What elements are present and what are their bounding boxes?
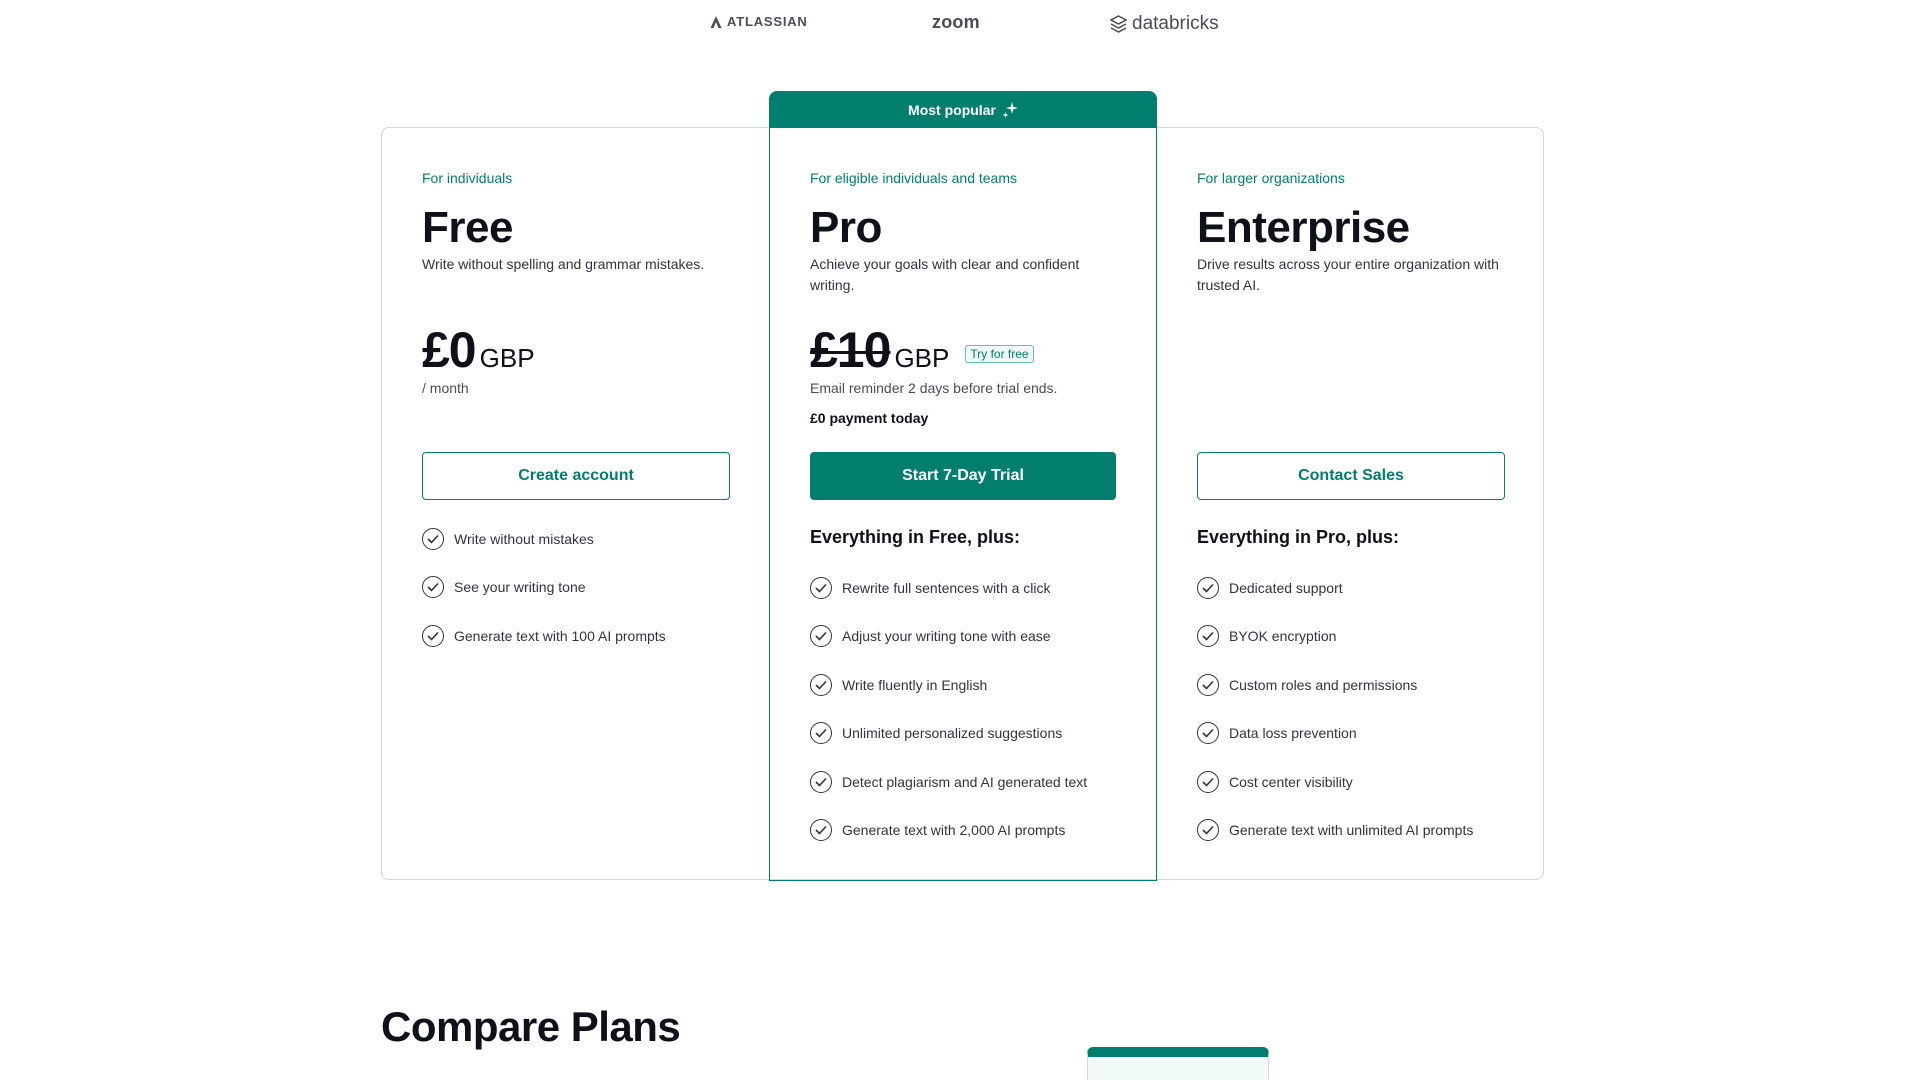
checkmark-icon bbox=[810, 673, 832, 696]
feature-label: Cost center visibility bbox=[1229, 773, 1353, 790]
pro-feature-list: Rewrite full sentences with a click Adju… bbox=[810, 576, 1087, 866]
pro-price-amount: £10 bbox=[810, 322, 891, 378]
checkmark-icon bbox=[1197, 770, 1219, 793]
checkmark-icon bbox=[810, 770, 832, 793]
checkmark-icon bbox=[1197, 818, 1219, 841]
feature-label: Write fluently in English bbox=[842, 676, 988, 693]
free-plan-description: Write without spelling and grammar mista… bbox=[422, 256, 705, 272]
free-plan-name: Free bbox=[422, 203, 513, 252]
feature-label: Generate text with 2,000 AI prompts bbox=[842, 821, 1066, 838]
enterprise-feature-list: Dedicated support BYOK encryption Custom… bbox=[1197, 576, 1473, 866]
checkmark-icon bbox=[1197, 673, 1219, 696]
most-popular-banner: Most popular bbox=[769, 91, 1157, 128]
free-price-period: / month bbox=[422, 380, 469, 396]
feature-label: Generate text with 100 AI prompts bbox=[454, 627, 666, 644]
pro-price-currency: GBP bbox=[894, 343, 950, 373]
feature-item: Cost center visibility bbox=[1197, 770, 1473, 794]
free-plan-audience: For individuals bbox=[422, 170, 513, 186]
checkmark-icon bbox=[422, 528, 444, 550]
free-plan-price: £0 GBP bbox=[422, 321, 535, 379]
enterprise-features-heading: Everything in Pro, plus: bbox=[1197, 527, 1400, 547]
checkmark-icon bbox=[810, 818, 832, 841]
pro-plan-price: £10 GBP Try for free bbox=[810, 321, 1034, 379]
enterprise-plan-card: For larger organizations Enterprise Driv… bbox=[1197, 127, 1507, 880]
feature-label: Detect plagiarism and AI generated text bbox=[842, 773, 1088, 790]
compare-plans-heading: Compare Plans bbox=[381, 1003, 681, 1050]
feature-label: Data loss prevention bbox=[1229, 725, 1357, 742]
databricks-mark-icon bbox=[1110, 15, 1127, 33]
most-popular-label: Most popular bbox=[908, 101, 996, 118]
feature-label: Adjust your writing tone with ease bbox=[842, 628, 1051, 645]
feature-item: Unlimited personalized suggestions bbox=[810, 721, 1087, 745]
feature-label: Write without mistakes bbox=[454, 531, 594, 547]
feature-item: Adjust your writing tone with ease bbox=[810, 624, 1087, 648]
feature-label: Rewrite full sentences with a click bbox=[842, 580, 1051, 596]
feature-item: Custom roles and permissions bbox=[1197, 673, 1473, 697]
contact-sales-button[interactable]: Contact Sales bbox=[1197, 452, 1505, 500]
feature-item: Generate text with 100 AI prompts bbox=[422, 624, 666, 648]
payment-today-note: £0 payment today bbox=[810, 410, 929, 426]
pro-plan-description: Achieve your goals with clear and confid… bbox=[810, 256, 1080, 293]
atlassian-mark-icon bbox=[710, 15, 722, 28]
trial-reminder-note: Email reminder 2 days before trial ends. bbox=[810, 380, 1058, 396]
pricing-page: ATLASSIAN zoom databricks Most popular F… bbox=[0, 0, 1920, 1080]
feature-item: Detect plagiarism and AI generated text bbox=[810, 770, 1087, 794]
databricks-wordmark: databricks bbox=[1132, 13, 1219, 34]
feature-label: See your writing tone bbox=[454, 579, 586, 596]
enterprise-plan-name: Enterprise bbox=[1197, 203, 1410, 252]
start-trial-button[interactable]: Start 7-Day Trial bbox=[810, 452, 1116, 500]
feature-item: BYOK encryption bbox=[1197, 624, 1473, 648]
sparkle-icon bbox=[1002, 101, 1018, 118]
free-price-amount: £0 bbox=[422, 322, 477, 378]
feature-item: Write fluently in English bbox=[810, 673, 1087, 697]
enterprise-plan-description: Drive results across your entire organiz… bbox=[1197, 256, 1499, 293]
feature-item: Generate text with 2,000 AI prompts bbox=[810, 818, 1087, 842]
try-for-free-badge: Try for free bbox=[965, 345, 1034, 363]
enterprise-plan-audience: For larger organizations bbox=[1197, 170, 1345, 186]
feature-item: Dedicated support bbox=[1197, 576, 1473, 600]
pro-features-heading: Everything in Free, plus: bbox=[810, 527, 1021, 547]
feature-item: Rewrite full sentences with a click bbox=[810, 576, 1087, 600]
checkmark-icon bbox=[1197, 722, 1219, 745]
checkmark-icon bbox=[1197, 625, 1219, 648]
feature-item: Generate text with unlimited AI prompts bbox=[1197, 818, 1473, 842]
feature-label: Unlimited personalized suggestions bbox=[842, 725, 1063, 742]
checkmark-icon bbox=[422, 576, 444, 599]
feature-label: Dedicated support bbox=[1229, 580, 1343, 596]
zoom-wordmark: zoom bbox=[932, 12, 980, 32]
feature-item: Write without mistakes bbox=[422, 527, 666, 551]
checkmark-icon bbox=[810, 625, 832, 648]
free-plan-card: For individuals Free Write without spell… bbox=[422, 127, 732, 880]
feature-label: BYOK encryption bbox=[1229, 628, 1337, 645]
pro-plan-name: Pro bbox=[810, 203, 882, 252]
feature-item: See your writing tone bbox=[422, 575, 666, 599]
databricks-logo: databricks bbox=[1110, 13, 1219, 35]
create-account-button[interactable]: Create account bbox=[422, 452, 730, 500]
checkmark-icon bbox=[1197, 577, 1219, 599]
feature-label: Generate text with unlimited AI prompts bbox=[1229, 821, 1474, 838]
free-feature-list: Write without mistakes See your writing … bbox=[422, 527, 666, 672]
compare-plan-column-header bbox=[1087, 1047, 1269, 1080]
zoom-logo: zoom bbox=[932, 12, 980, 33]
free-price-currency: GBP bbox=[479, 343, 535, 373]
atlassian-logo: ATLASSIAN bbox=[710, 14, 808, 29]
checkmark-icon bbox=[422, 624, 444, 647]
checkmark-icon bbox=[810, 722, 832, 745]
feature-item: Data loss prevention bbox=[1197, 721, 1473, 745]
atlassian-wordmark: ATLASSIAN bbox=[727, 14, 808, 29]
pro-plan-audience: For eligible individuals and teams bbox=[810, 170, 1017, 186]
pro-plan-card: For eligible individuals and teams Pro A… bbox=[810, 127, 1118, 880]
checkmark-icon bbox=[810, 577, 832, 599]
feature-label: Custom roles and permissions bbox=[1229, 676, 1418, 693]
